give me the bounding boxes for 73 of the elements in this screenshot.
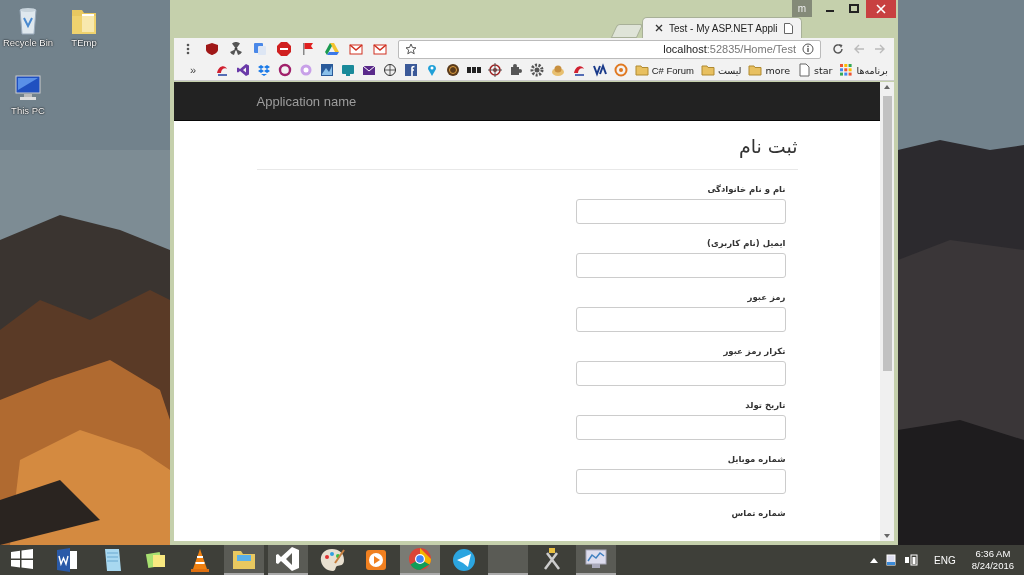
desktop-icon-label[interactable]: Recycle Bin xyxy=(2,37,54,48)
address-bar[interactable]: localhost:52835/Home/Test xyxy=(398,39,821,59)
page-icon xyxy=(783,22,793,34)
field-label: نام و نام خانوادگی xyxy=(707,184,786,194)
input-field[interactable] xyxy=(575,469,786,494)
field-label: شماره تماس xyxy=(731,508,786,518)
flag-icon[interactable] xyxy=(301,42,315,56)
folder-icon xyxy=(634,63,649,77)
ring-icon[interactable] xyxy=(277,63,292,77)
taskbar-button[interactable] xyxy=(268,545,308,575)
field-label: تاریخ تولد xyxy=(745,400,786,410)
page-heading: ثبت نام xyxy=(737,135,798,157)
drive-icon[interactable] xyxy=(325,42,339,56)
language-indicator[interactable]: ENG xyxy=(934,554,956,566)
va-icon[interactable] xyxy=(592,63,607,77)
display-icon[interactable] xyxy=(886,554,897,566)
bookmark[interactable]: لیست xyxy=(700,63,742,77)
globe-icon[interactable] xyxy=(382,63,397,77)
puzzle-icon[interactable] xyxy=(508,63,523,77)
input-field[interactable] xyxy=(575,307,786,332)
clock-time: 6:36 AM xyxy=(975,548,1011,560)
browser-tab[interactable]: Test - My ASP.NET Appli xyxy=(642,17,802,38)
input-field[interactable] xyxy=(575,199,786,224)
info-icon[interactable] xyxy=(802,43,814,55)
swirl-icon[interactable] xyxy=(613,63,628,77)
field-label: شماره موبایل xyxy=(727,454,786,464)
input-field[interactable] xyxy=(575,253,786,278)
stop-sign-icon[interactable] xyxy=(277,42,291,56)
desktop-icon-label[interactable]: TEmp xyxy=(71,37,97,48)
bookmark[interactable]: more xyxy=(748,63,791,77)
overflow-button[interactable]: » xyxy=(180,64,197,76)
coin-icon[interactable] xyxy=(445,63,460,77)
bookmark[interactable]: برنامه‌ها xyxy=(839,63,888,77)
taskbar-button[interactable] xyxy=(576,545,616,575)
brand-link[interactable]: Application name xyxy=(256,94,357,109)
tv-icon[interactable] xyxy=(340,63,355,77)
mail-icon[interactable] xyxy=(349,42,363,56)
input-field[interactable] xyxy=(575,415,786,440)
menu-icon[interactable] xyxy=(186,43,190,55)
shield-icon[interactable] xyxy=(205,42,219,56)
clock-date: 8/24/2016 xyxy=(971,560,1014,572)
page-icon xyxy=(797,63,812,77)
field-label: رمز عبور xyxy=(747,292,786,302)
translate-icon[interactable] xyxy=(253,42,267,56)
bookmark[interactable]: C# Forum xyxy=(634,63,694,77)
close-button[interactable] xyxy=(866,0,896,18)
clock[interactable]: 6:36 AM 8/24/2016 xyxy=(971,548,1014,572)
battery-icon[interactable] xyxy=(904,554,919,566)
close-icon[interactable] xyxy=(655,24,663,32)
gear-icon[interactable] xyxy=(529,63,544,77)
swirl-icon[interactable] xyxy=(214,63,229,77)
folder-icon xyxy=(700,63,715,77)
caret-icon[interactable] xyxy=(870,557,879,563)
input-field[interactable] xyxy=(575,361,786,386)
target-icon[interactable] xyxy=(487,63,502,77)
mail-icon[interactable] xyxy=(361,63,376,77)
mail-icon[interactable] xyxy=(373,42,387,56)
photo-icon[interactable] xyxy=(319,63,334,77)
radiation-icon[interactable] xyxy=(229,42,243,56)
bookmark[interactable]: star xyxy=(797,63,833,77)
visual-studio-icon[interactable] xyxy=(235,63,250,77)
close-icon xyxy=(876,4,886,14)
reload-icon[interactable] xyxy=(832,43,844,55)
scrollbar[interactable] xyxy=(880,82,894,541)
dropbox-icon[interactable] xyxy=(256,63,271,77)
folder-icon xyxy=(748,63,763,77)
field-label: تکرار رمز عبور xyxy=(723,346,786,356)
apps-icon xyxy=(839,63,854,77)
star-icon[interactable] xyxy=(405,43,417,55)
field-label: ایمیل (نام کاربری) xyxy=(707,238,786,248)
facebook-icon[interactable] xyxy=(403,63,418,77)
swirl-icon[interactable] xyxy=(571,63,586,77)
maximize-icon xyxy=(849,4,859,14)
